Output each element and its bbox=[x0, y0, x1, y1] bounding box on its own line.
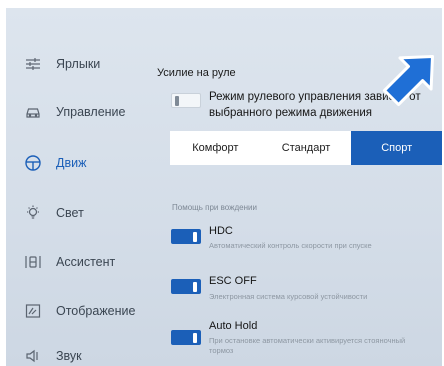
sidebar-item-assistant[interactable]: Ассистент bbox=[6, 244, 154, 280]
auto-hold-description: При остановке автоматически активируется… bbox=[209, 336, 406, 355]
sidebar-item-light[interactable]: Свет bbox=[6, 195, 154, 231]
car-icon bbox=[22, 101, 44, 123]
esc-off-title: ESC OFF bbox=[209, 275, 257, 287]
sidebar-item-drive[interactable]: Движ bbox=[6, 145, 154, 181]
sidebar-item-shortcuts[interactable]: Ярлыки bbox=[6, 46, 154, 82]
toggle-knob bbox=[193, 332, 197, 343]
segment-comfort[interactable]: Комфорт bbox=[170, 131, 261, 165]
hdc-title: HDC bbox=[209, 225, 233, 237]
segment-standard[interactable]: Стандарт bbox=[261, 131, 352, 165]
steering-mode-segmented-control: Комфорт Стандарт Спорт bbox=[170, 131, 442, 165]
speaker-icon bbox=[22, 345, 44, 366]
steering-effort-title: Усилие на руле bbox=[157, 67, 236, 79]
sidebar-item-label: Ассистент bbox=[56, 255, 116, 269]
screen: Ярлыки Управление Движ Свет Ассистент От… bbox=[0, 0, 444, 366]
hdc-description: Автоматический контроль скорости при спу… bbox=[209, 241, 372, 250]
esc-off-toggle[interactable] bbox=[171, 279, 201, 294]
sidebar: Ярлыки Управление Движ Свет Ассистент От… bbox=[6, 8, 154, 366]
segment-sport[interactable]: Спорт bbox=[351, 131, 442, 165]
sidebar-item-display[interactable]: Отображение bbox=[6, 293, 154, 329]
sidebar-item-label: Отображение bbox=[56, 304, 136, 318]
toggle-knob bbox=[175, 96, 179, 106]
esc-off-description: Электронная система курсовой устойчивост… bbox=[209, 292, 368, 301]
sidebar-item-label: Управление bbox=[56, 105, 126, 119]
settings-panel: Ярлыки Управление Движ Свет Ассистент От… bbox=[6, 8, 442, 366]
sidebar-item-label: Звук bbox=[56, 349, 82, 363]
sidebar-item-label: Движ bbox=[56, 156, 87, 170]
steering-wheel-icon bbox=[22, 152, 44, 174]
sidebar-item-sound[interactable]: Звук bbox=[6, 338, 154, 366]
hdc-toggle[interactable] bbox=[171, 229, 201, 244]
drive-settings: Усилие на руле Режим рулевого управления… bbox=[154, 8, 442, 366]
auto-hold-toggle[interactable] bbox=[171, 330, 201, 345]
driver-assist-icon bbox=[22, 251, 44, 273]
driving-assist-title: Помощь при вождении bbox=[172, 203, 257, 212]
sidebar-item-control[interactable]: Управление bbox=[6, 94, 154, 130]
sliders-icon bbox=[22, 53, 44, 75]
sidebar-item-label: Свет bbox=[56, 206, 84, 220]
sidebar-item-label: Ярлыки bbox=[56, 57, 101, 71]
toggle-knob bbox=[193, 281, 197, 292]
light-bulb-icon bbox=[22, 202, 44, 224]
pointer-arrow-icon bbox=[382, 54, 435, 107]
display-icon bbox=[22, 300, 44, 322]
steering-mode-toggle[interactable] bbox=[171, 93, 201, 108]
toggle-knob bbox=[193, 231, 197, 242]
auto-hold-title: Auto Hold bbox=[209, 320, 258, 332]
